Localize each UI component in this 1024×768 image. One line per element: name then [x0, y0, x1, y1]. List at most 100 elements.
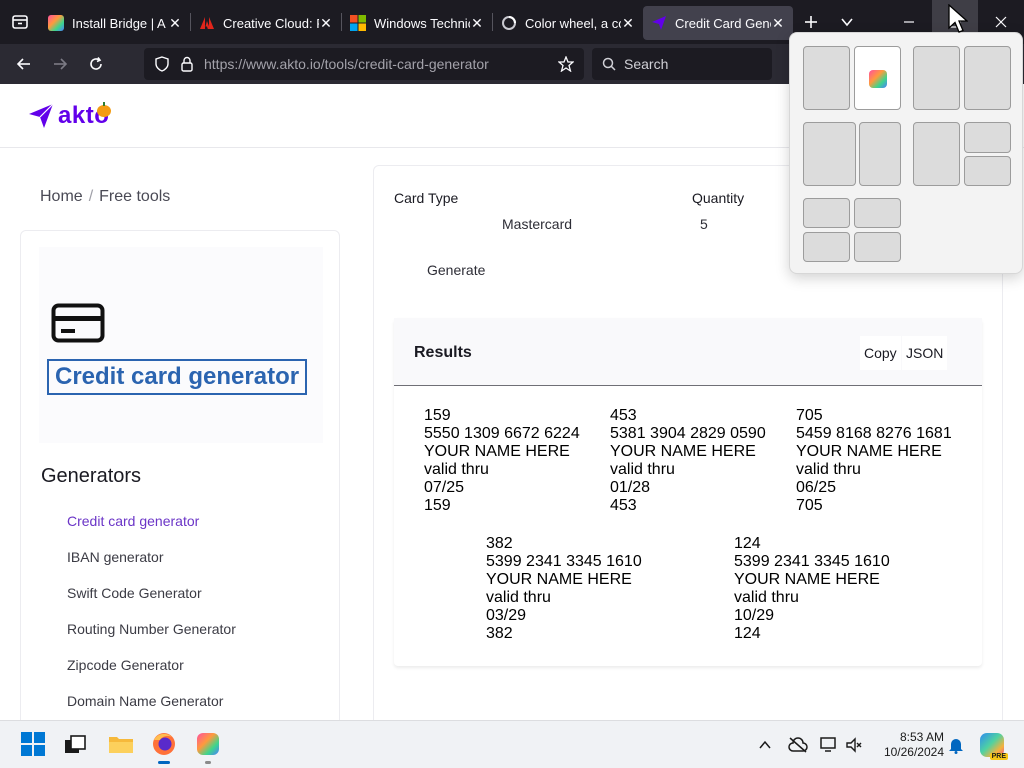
card-cvv: 705 [796, 407, 823, 424]
notifications-button[interactable] [948, 721, 964, 768]
search-bar[interactable]: Search [592, 48, 772, 80]
card-name: YOUR NAME HERE [486, 571, 632, 588]
firefox-view-icon [12, 15, 28, 29]
sidebar-item-zipcode-generator[interactable]: Zipcode Generator [67, 657, 236, 693]
copy-button[interactable]: Copy [860, 336, 901, 370]
snap-zone-wide-left[interactable] [803, 122, 856, 186]
volume-status[interactable] [846, 721, 862, 768]
card-cvv: 705 [796, 497, 823, 514]
snap-zone-half-right[interactable] [964, 46, 1011, 110]
breadcrumb-separator: / [88, 188, 94, 205]
bell-icon [949, 739, 963, 754]
card-type-select[interactable]: Mastercard [502, 216, 572, 232]
tab-credit-card-generator[interactable]: Credit Card Gene ✕ [643, 6, 793, 40]
breadcrumb-home[interactable]: Home [40, 188, 83, 205]
snap-zone-narrow-right[interactable] [859, 122, 901, 186]
firefox-button[interactable] [151, 731, 177, 764]
chevron-up-icon [759, 740, 771, 749]
creative-cloud-button[interactable] [195, 731, 221, 764]
json-button[interactable]: JSON [902, 336, 948, 370]
card-expiry: 03/29 [486, 607, 527, 624]
tool-title: Credit card generator [47, 359, 308, 395]
back-button[interactable] [6, 48, 42, 80]
copilot-icon: PRE [980, 733, 1008, 760]
card-cvv: 159 [424, 407, 451, 424]
network-status[interactable] [820, 721, 840, 768]
card-result-1: 159 5550 1309 6672 6224 YOUR NAME HERE vali… [424, 407, 580, 515]
card-valid-label: valid thru [734, 589, 799, 606]
card-name: YOUR NAME HERE [424, 443, 570, 460]
sidebar-item-domain-name-generator[interactable]: Domain Name Generator [67, 693, 236, 720]
card-cvv: 159 [424, 497, 451, 514]
cloud-off-icon [788, 737, 808, 753]
star-icon[interactable] [558, 56, 574, 72]
snap-zone-half-left[interactable] [913, 46, 960, 110]
quantity-input[interactable]: 5 [700, 216, 708, 232]
card-cvv: 382 [486, 625, 513, 642]
copilot-button[interactable]: PRE [980, 721, 1008, 768]
tab-color-wheel[interactable]: Color wheel, a co ✕ [493, 6, 643, 40]
card-valid-label: valid thru [424, 461, 489, 478]
card-number: 5459 8168 8276 1681 [796, 425, 952, 442]
close-tab-icon[interactable]: ✕ [771, 15, 785, 32]
active-indicator [158, 761, 170, 764]
shield-icon[interactable] [154, 56, 170, 72]
url-text[interactable]: https://www.akto.io/tools/credit-card-ge… [204, 56, 489, 72]
card-name: YOUR NAME HERE [610, 443, 756, 460]
snap-zone-quarter-bottom-right[interactable] [854, 232, 901, 262]
tab-install-bridge[interactable]: Install Bridge | A ✕ [40, 6, 190, 40]
generators-heading: Generators [41, 465, 142, 487]
close-tab-icon[interactable]: ✕ [621, 15, 635, 32]
akto-icon [651, 15, 667, 31]
search-placeholder: Search [624, 56, 669, 72]
forward-button[interactable] [42, 48, 78, 80]
snap-zone-half-right[interactable] [854, 46, 901, 110]
lock-icon[interactable] [180, 56, 194, 72]
address-bar[interactable]: https://www.akto.io/tools/credit-card-ge… [144, 48, 584, 80]
reload-button[interactable] [78, 48, 114, 80]
breadcrumb-current[interactable]: Free tools [99, 188, 170, 205]
file-explorer-button[interactable] [108, 731, 134, 757]
generate-button[interactable]: Generate [427, 262, 485, 278]
results-panel: Results Copy JSON 159 5550 1309 6672 6224… [394, 318, 982, 666]
sidebar-item-swift-code-generator[interactable]: Swift Code Generator [67, 585, 236, 621]
snap-zone-half-left[interactable] [803, 46, 850, 110]
results-title: Results [414, 344, 472, 361]
task-view-button[interactable] [62, 731, 88, 757]
snap-zone-quarter-top-right[interactable] [964, 122, 1011, 153]
card-valid-label: valid thru [610, 461, 675, 478]
card-result-4: 382 5399 2341 3345 1610 YOUR NAME HERE vali… [486, 535, 642, 643]
close-tab-icon[interactable]: ✕ [470, 15, 484, 32]
card-cvv: 124 [734, 625, 761, 642]
tab-windows-technical[interactable]: Windows Technic ✕ [342, 6, 492, 40]
card-name: YOUR NAME HERE [796, 443, 942, 460]
start-button[interactable] [20, 731, 46, 757]
creative-cloud-icon [869, 70, 887, 88]
clock[interactable]: 8:53 AM 10/26/2024 [870, 730, 944, 760]
show-hidden-icons-button[interactable] [758, 721, 772, 768]
snap-zone-quarter-bottom-left[interactable] [803, 232, 850, 262]
sidebar-item-iban-generator[interactable]: IBAN generator [67, 549, 236, 585]
sidebar-item-routing-number-generator[interactable]: Routing Number Generator [67, 621, 236, 657]
results-header: Results Copy JSON [394, 318, 982, 386]
onedrive-status[interactable] [788, 721, 808, 768]
breadcrumb: Home / Free tools [40, 188, 170, 206]
firefox-icon [153, 733, 175, 755]
chevron-down-icon [841, 18, 853, 27]
close-tab-icon[interactable]: ✕ [168, 15, 182, 32]
akto-logo[interactable]: akto [28, 102, 113, 130]
snap-layouts-flyout [789, 32, 1023, 274]
tab-creative-cloud[interactable]: Creative Cloud: F ✕ [191, 6, 341, 40]
tab-title: Credit Card Gene [675, 15, 771, 31]
tool-card: Credit card generator [39, 247, 323, 443]
firefox-view-button[interactable] [0, 0, 40, 44]
sidebar-item-credit-card-generator[interactable]: Credit card generator [67, 513, 236, 549]
close-tab-icon[interactable]: ✕ [319, 15, 333, 32]
snap-zone-quarter-bottom-right[interactable] [964, 156, 1011, 186]
card-type-label: Card Type [394, 190, 459, 206]
snap-zone-half-left[interactable] [913, 122, 960, 186]
monitor-icon [820, 737, 836, 752]
card-cvv: 453 [610, 497, 637, 514]
snap-zone-quarter-top-left[interactable] [803, 198, 850, 228]
snap-zone-quarter-top-right[interactable] [854, 198, 901, 228]
